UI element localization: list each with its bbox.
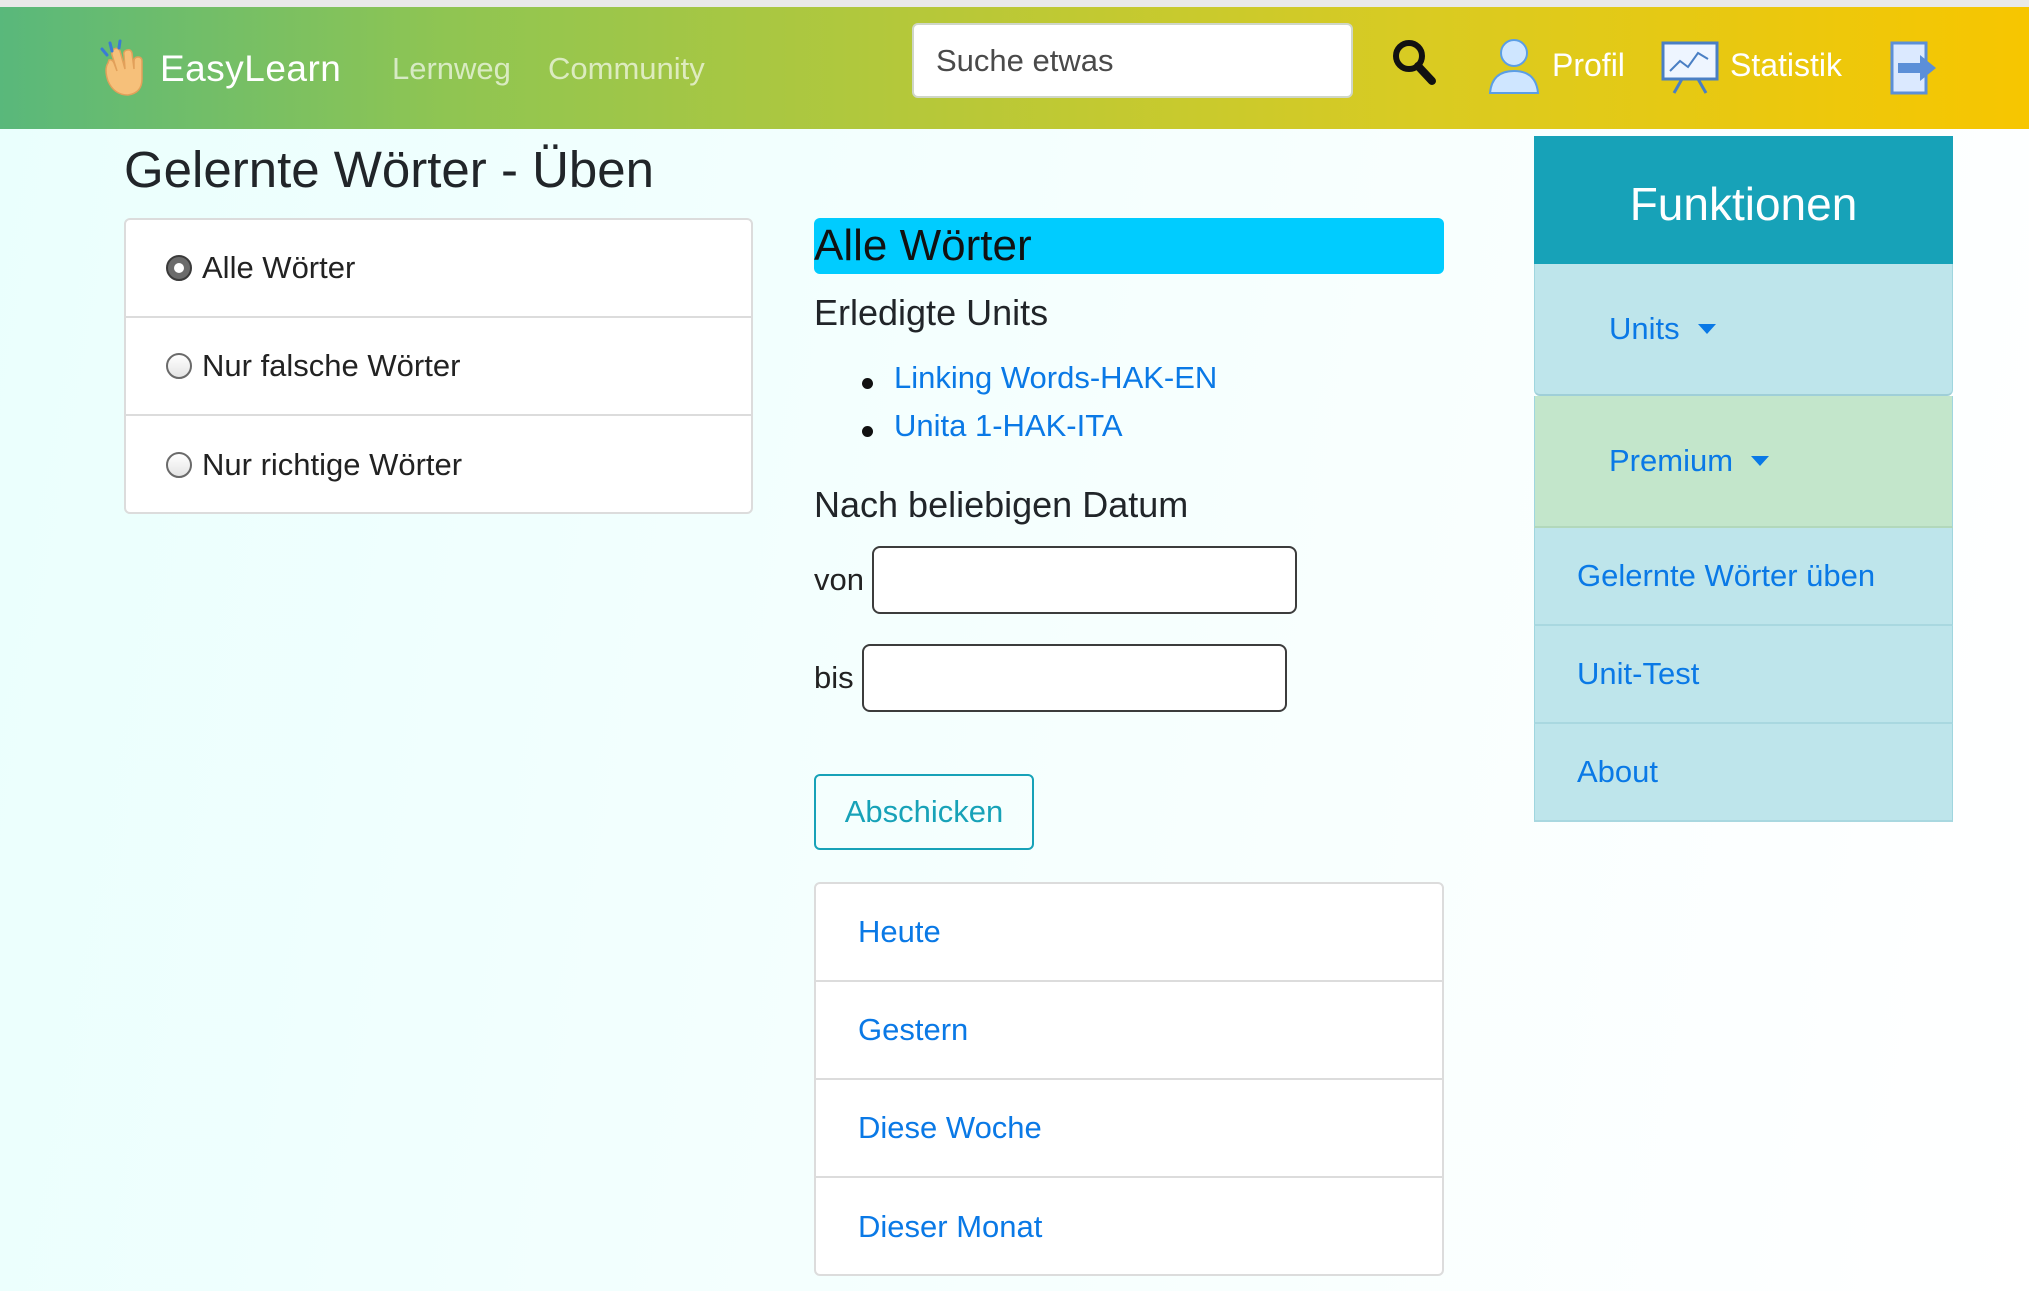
date-from-row: von: [814, 546, 1297, 614]
sidebar-item-practice[interactable]: Gelernte Wörter üben: [1534, 528, 1953, 626]
radio-unchecked-icon[interactable]: [166, 353, 192, 379]
nav-statistics[interactable]: Statistik: [1660, 35, 1842, 95]
filter-option-correct[interactable]: Nur richtige Wörter: [126, 416, 751, 514]
period-today[interactable]: Heute: [816, 884, 1442, 982]
done-units-list: Linking Words-HAK-EN Unita 1-HAK-ITA: [862, 360, 1217, 456]
page: EasyLearn Lernweg Community Profil Stati…: [0, 0, 2029, 1291]
chart-board-icon: [1661, 41, 1719, 94]
caret-down-icon: [1697, 324, 1716, 334]
nav-link-community[interactable]: Community: [548, 51, 705, 87]
user-icon: [1488, 39, 1540, 94]
date-heading: Nach beliebigen Datum: [814, 484, 1189, 525]
filter-label: Nur falsche Wörter: [202, 348, 461, 383]
period-this-week[interactable]: Diese Woche: [816, 1080, 1442, 1178]
radio-unchecked-icon[interactable]: [166, 452, 192, 478]
sidebar-item-unit-test[interactable]: Unit-Test: [1534, 626, 1953, 724]
period-this-month[interactable]: Dieser Monat: [816, 1178, 1442, 1276]
premium-label: Premium: [1609, 443, 1734, 478]
page-title: Gelernte Wörter - Üben: [124, 141, 655, 198]
filter-label: Nur richtige Wörter: [202, 447, 463, 482]
period-list: Heute Gestern Diese Woche Dieser Monat: [814, 882, 1444, 1276]
brand-name: EasyLearn: [160, 48, 342, 89]
unit-link[interactable]: Linking Words-HAK-EN: [862, 360, 1217, 408]
to-label: bis: [814, 660, 854, 695]
radio-checked-icon[interactable]: [166, 255, 192, 281]
statistics-label: Statistik: [1730, 46, 1843, 83]
functions-sidebar: Funktionen Units Premium Gelernte Wörter…: [1534, 136, 1953, 822]
date-to-input[interactable]: [861, 644, 1287, 712]
profile-label: Profil: [1552, 46, 1625, 83]
date-from-input[interactable]: [871, 546, 1297, 614]
unit-link[interactable]: Unita 1-HAK-ITA: [862, 408, 1217, 456]
brand[interactable]: EasyLearn: [98, 39, 341, 99]
sidebar-premium-dropdown[interactable]: Premium: [1534, 396, 1953, 528]
done-units-heading: Erledigte Units: [814, 292, 1049, 333]
filter-option-all[interactable]: Alle Wörter: [126, 220, 751, 318]
logout-icon[interactable]: [1890, 39, 1938, 97]
submit-button[interactable]: Abschicken: [814, 774, 1034, 850]
nav-profile[interactable]: Profil: [1486, 35, 1625, 95]
units-label: Units: [1609, 311, 1680, 346]
search-icon[interactable]: [1390, 37, 1438, 87]
from-label: von: [814, 562, 864, 597]
filter-option-wrong[interactable]: Nur falsche Wörter: [126, 318, 751, 416]
sidebar-units-dropdown[interactable]: Units: [1534, 264, 1953, 396]
nav-link-lernweg[interactable]: Lernweg: [392, 51, 511, 87]
filter-label: Alle Wörter: [202, 250, 356, 285]
word-filter-group: Alle Wörter Nur falsche Wörter Nur richt…: [124, 218, 753, 514]
sidebar-item-about[interactable]: About: [1534, 724, 1953, 822]
hand-wave-icon: [100, 39, 143, 96]
section-heading: Alle Wörter: [814, 218, 1444, 274]
caret-down-icon: [1751, 456, 1770, 466]
search-input[interactable]: [912, 23, 1353, 98]
period-yesterday[interactable]: Gestern: [816, 982, 1442, 1080]
date-to-row: bis: [814, 644, 1287, 712]
top-navbar: EasyLearn Lernweg Community Profil Stati…: [0, 7, 2029, 129]
sidebar-title: Funktionen: [1534, 136, 1953, 264]
